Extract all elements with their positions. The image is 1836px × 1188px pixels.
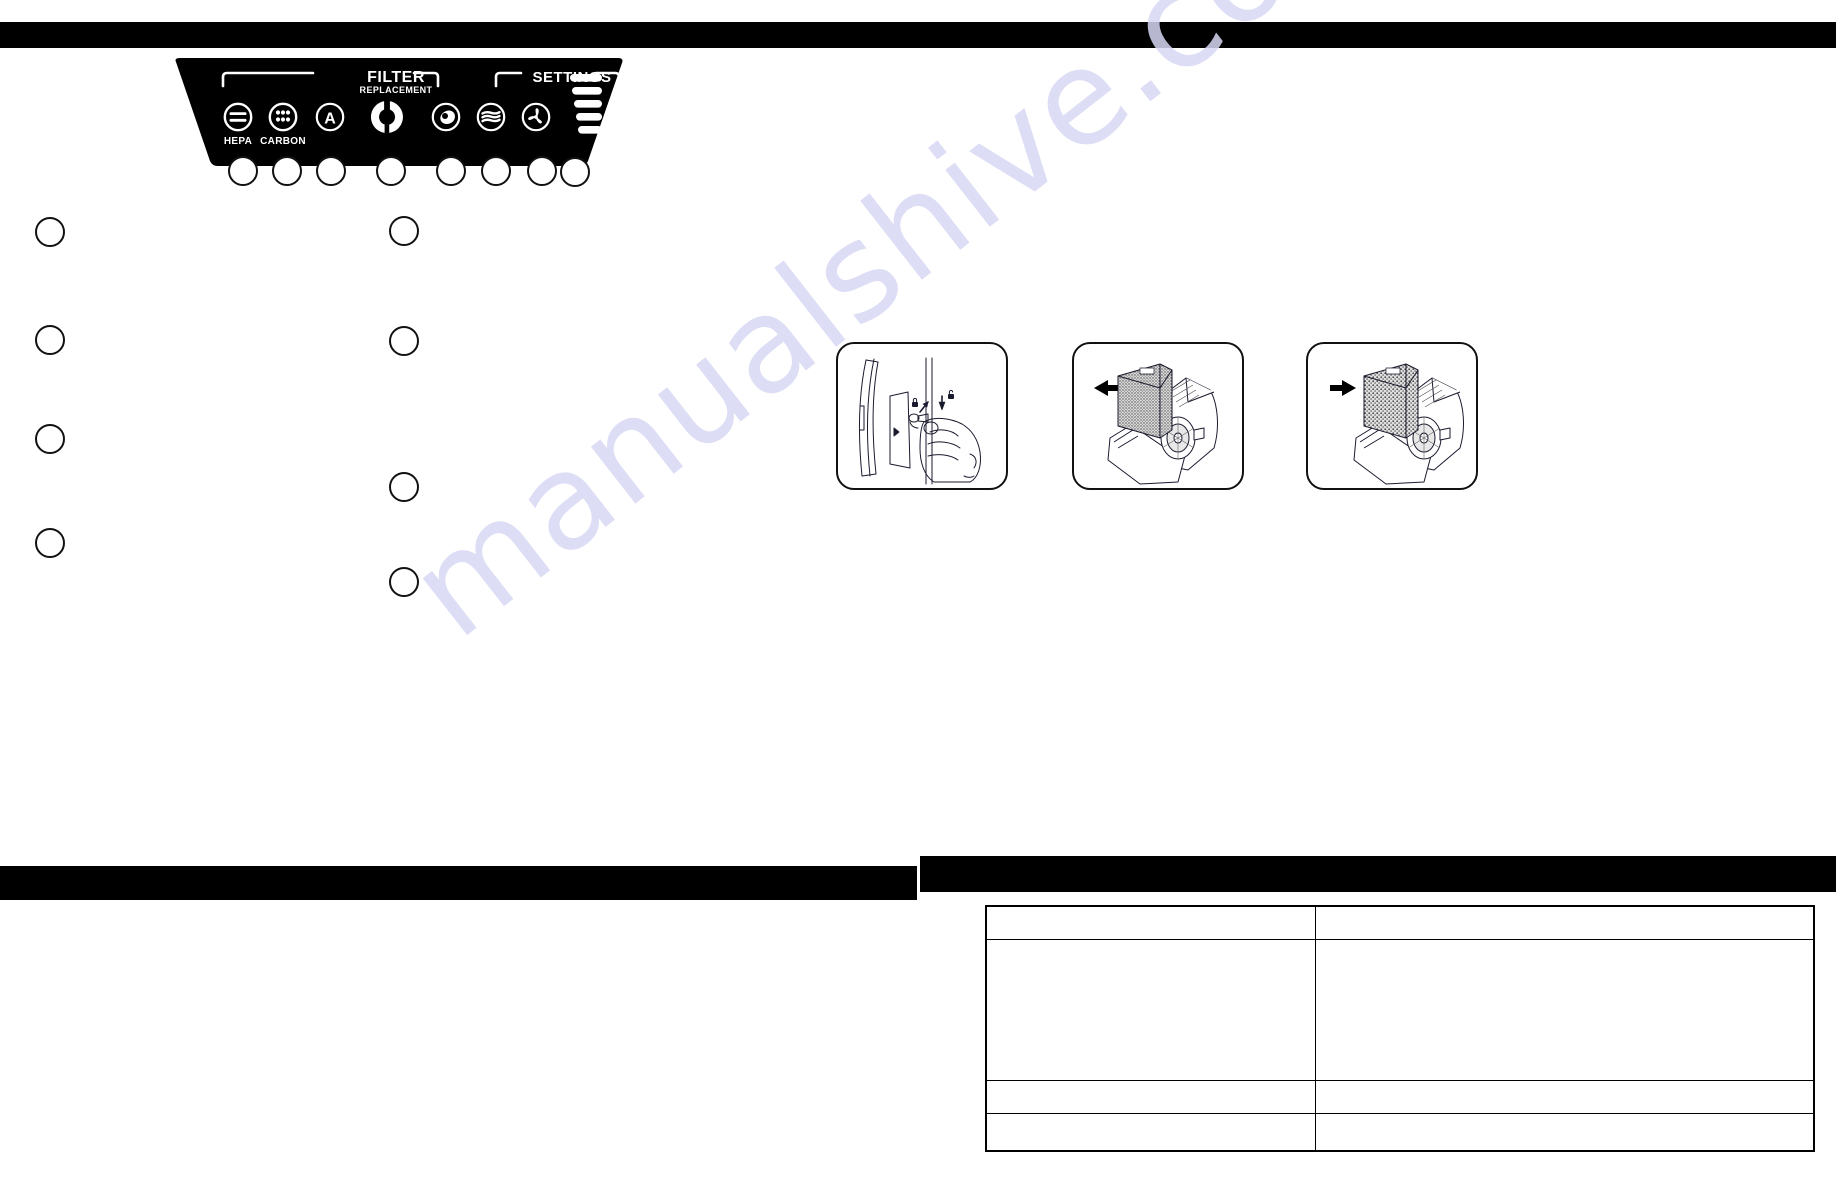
airflow-icon[interactable] — [476, 102, 506, 132]
panel-callout-6[interactable] — [481, 156, 511, 186]
panel-callout-1[interactable] — [228, 156, 258, 186]
left-callout-4[interactable] — [35, 528, 65, 558]
auto-mode-icon[interactable]: A — [315, 102, 345, 132]
table-cell — [1315, 905, 1815, 940]
table-row — [985, 939, 1815, 1081]
mid-callout-1[interactable] — [389, 216, 419, 246]
control-panel: FILTER REPLACEMENT SETTINGS HEPA — [168, 56, 628, 168]
speed-bars-icon — [568, 72, 610, 140]
left-callout-2[interactable] — [35, 325, 65, 355]
fan-speed-icon[interactable] — [521, 102, 551, 132]
table-row — [985, 1080, 1815, 1114]
bottom-right-section-bar — [920, 856, 1836, 892]
illustration-step-unlatch — [836, 342, 1008, 490]
manual-page: manualshive.com FILTER REPLACEMENT SETTI… — [0, 0, 1836, 1188]
filter-group-subtitle: REPLACEMENT — [359, 85, 433, 95]
illustration-step-insert-carbon-filter — [1306, 342, 1478, 490]
hepa-filter-icon[interactable] — [223, 102, 253, 132]
panel-callout-5[interactable] — [436, 156, 466, 186]
panel-callout-4[interactable] — [376, 156, 406, 186]
table-cell — [1315, 939, 1815, 1081]
table-cell — [985, 1080, 1316, 1114]
left-callout-3[interactable] — [35, 424, 65, 454]
panel-callout-8[interactable] — [560, 157, 590, 187]
table-row — [985, 905, 1815, 940]
power-ring-icon[interactable] — [368, 98, 406, 137]
panel-callout-3[interactable] — [316, 156, 346, 186]
table-cell — [985, 1113, 1316, 1152]
panel-callout-7[interactable] — [527, 156, 557, 186]
table-cell — [985, 905, 1316, 940]
mid-callout-4[interactable] — [389, 567, 419, 597]
mid-callout-3[interactable] — [389, 472, 419, 502]
spec-table — [985, 905, 1815, 1152]
left-callout-1[interactable] — [35, 217, 65, 247]
table-cell — [1315, 1080, 1815, 1114]
mid-callout-2[interactable] — [389, 326, 419, 356]
carbon-label: CARBON — [260, 136, 306, 147]
bottom-left-section-bar — [0, 866, 917, 900]
ionizer-icon[interactable] — [431, 102, 461, 132]
table-row — [985, 1113, 1815, 1152]
svg-text:A: A — [324, 111, 336, 128]
table-cell — [985, 939, 1316, 1081]
top-section-bar — [0, 22, 1836, 48]
carbon-filter-icon[interactable] — [268, 102, 298, 132]
panel-callout-2[interactable] — [272, 156, 302, 186]
illustration-step-remove-hepa-filter — [1072, 342, 1244, 490]
table-cell — [1315, 1113, 1815, 1152]
